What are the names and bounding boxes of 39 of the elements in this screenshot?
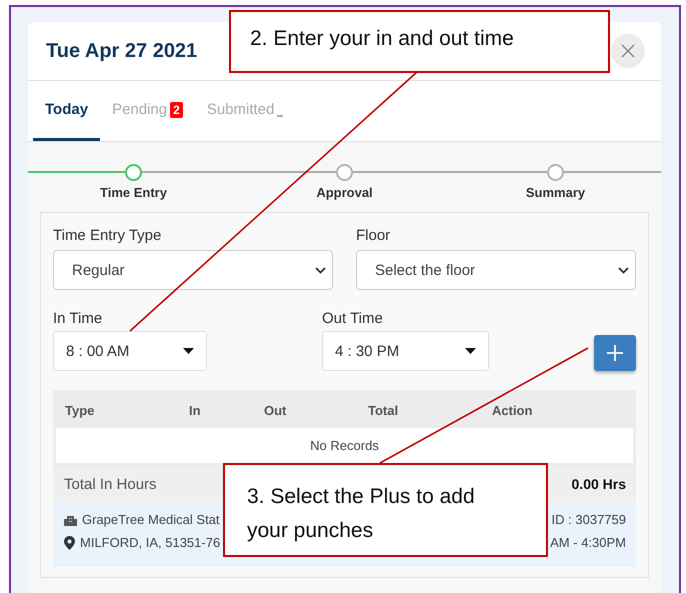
- field-label: In Time: [53, 310, 104, 327]
- chevron-down-icon: [315, 266, 326, 274]
- step-label: Time Entry: [100, 185, 167, 200]
- empty-message: No Records: [310, 438, 379, 453]
- dialog-title: Tue Apr 27 2021: [46, 40, 198, 62]
- field-label: Time Entry Type: [53, 227, 162, 244]
- plus-icon: [606, 344, 624, 362]
- add-button[interactable]: [594, 335, 636, 371]
- field-label: Out Time: [322, 310, 384, 327]
- tab[interactable]: Pending 2: [100, 81, 195, 141]
- callout-box: 2. Enter your in and out time: [229, 10, 610, 73]
- caret-icon: [183, 348, 194, 354]
- count-badge: 2: [170, 102, 183, 118]
- column-header: Out: [264, 403, 288, 418]
- shift-hours: AM - 4:30PM: [550, 535, 626, 550]
- dash-mark: [277, 114, 284, 116]
- time-field[interactable]: 8 : 00 AM: [53, 331, 207, 371]
- select-field[interactable]: Select the floor: [356, 250, 636, 290]
- column-header: Action: [492, 403, 534, 418]
- building-icon: [64, 514, 77, 526]
- chevron-down-icon: [618, 266, 629, 274]
- facility-name: GrapeTree Medical Stat: [82, 512, 220, 527]
- close-button[interactable]: [611, 34, 645, 68]
- select-field[interactable]: Regular: [53, 250, 333, 290]
- total-label: Total In Hours: [64, 476, 157, 492]
- close-icon: [621, 44, 635, 58]
- facility-id: ID : 3037759: [552, 512, 626, 527]
- total-value: 0.00 Hrs: [572, 476, 626, 492]
- column-header: Total: [368, 403, 400, 418]
- time-field[interactable]: 4 : 30 PM: [322, 331, 489, 371]
- column-header: Type: [65, 403, 96, 418]
- caret-icon: [465, 348, 476, 354]
- location-pin-icon: [64, 536, 75, 550]
- callout-box: 3. Select the Plus to add your punches: [223, 463, 548, 557]
- field-label: Floor: [356, 227, 392, 244]
- step-label: Approval: [316, 185, 373, 200]
- facility-address: MILFORD, IA, 51351-76: [80, 535, 220, 550]
- column-header: In: [189, 403, 202, 418]
- step-label: Summary: [526, 185, 586, 200]
